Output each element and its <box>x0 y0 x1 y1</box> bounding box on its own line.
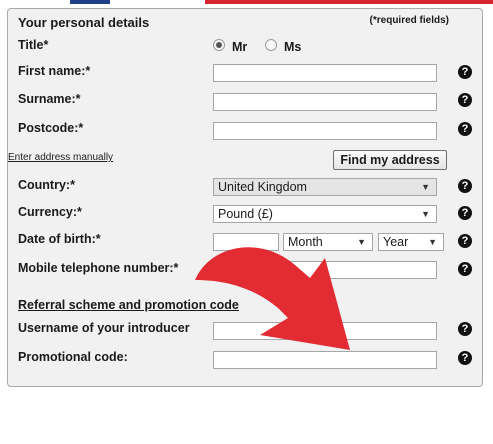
first-name-field[interactable] <box>213 64 437 82</box>
enter-address-manually-link[interactable]: Enter address manually <box>8 152 113 163</box>
radio-ms[interactable] <box>265 39 277 51</box>
country-select[interactable]: United Kingdom ▼ <box>213 178 437 196</box>
radio-ms-label: Ms <box>284 40 302 54</box>
dob-year-value: Year <box>383 235 409 249</box>
surname-help-icon[interactable]: ? <box>458 93 472 107</box>
currency-select[interactable]: Pound (£) ▼ <box>213 205 437 223</box>
country-label: Country:* <box>18 178 75 192</box>
chevron-down-icon: ▼ <box>421 182 430 192</box>
introducer-label: Username of your introducer <box>18 321 190 335</box>
surname-field[interactable] <box>213 93 437 111</box>
banner-red-bar <box>205 0 493 4</box>
postcode-label: Postcode:* <box>18 121 84 135</box>
first-name-help-icon[interactable]: ? <box>458 65 472 79</box>
currency-value: Pound (£) <box>218 207 273 221</box>
title-label: Title* <box>18 38 49 52</box>
promo-help-icon[interactable]: ? <box>458 351 472 365</box>
introducer-help-icon[interactable]: ? <box>458 322 472 336</box>
mobile-help-icon[interactable]: ? <box>458 262 472 276</box>
currency-help-icon[interactable]: ? <box>458 206 472 220</box>
first-name-label: First name:* <box>18 64 91 78</box>
find-address-button[interactable]: Find my address <box>333 150 447 170</box>
mobile-label: Mobile telephone number:* <box>18 261 179 275</box>
top-banner-strip <box>0 0 493 6</box>
radio-mr[interactable] <box>213 39 225 51</box>
dob-help-icon[interactable]: ? <box>458 234 472 248</box>
required-note: (*required fields) <box>369 15 449 26</box>
banner-blue-bar <box>70 0 110 4</box>
country-value: United Kingdom <box>218 180 307 194</box>
chevron-down-icon: ▼ <box>428 237 437 247</box>
postcode-help-icon[interactable]: ? <box>458 122 472 136</box>
currency-label: Currency:* <box>18 205 82 219</box>
dob-label: Date of birth:* <box>18 232 101 246</box>
surname-label: Surname:* <box>18 92 81 106</box>
radio-mr-label: Mr <box>232 40 248 54</box>
red-arrow-icon <box>195 247 350 350</box>
promo-label: Promotional code: <box>18 350 128 364</box>
dob-year-select[interactable]: Year ▼ <box>378 233 444 251</box>
country-help-icon[interactable]: ? <box>458 179 472 193</box>
section-title: Your personal details <box>18 15 150 30</box>
chevron-down-icon: ▼ <box>421 209 430 219</box>
postcode-field[interactable] <box>213 122 437 140</box>
